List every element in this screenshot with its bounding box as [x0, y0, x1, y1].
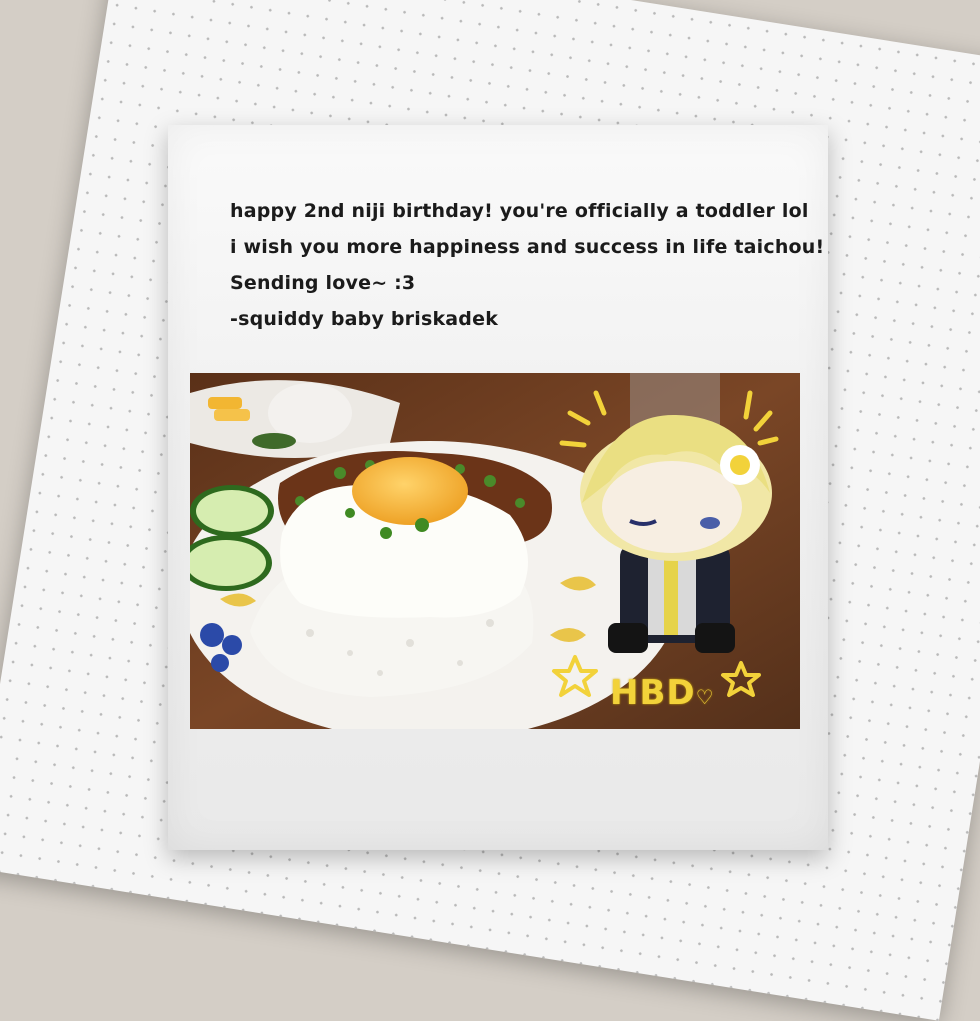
- hbd-sticker: HBD♡: [610, 673, 715, 713]
- message-line-2: i wish you more happiness and success in…: [230, 236, 825, 258]
- birthday-message: happy 2nd niji birthday! you're official…: [230, 193, 824, 337]
- heart-icon: ♡: [695, 685, 715, 709]
- message-line-4: -squiddy baby briskadek: [230, 308, 499, 330]
- message-line-3: Sending love~ :3: [230, 272, 416, 294]
- hbd-text: HBD: [610, 673, 696, 713]
- food-photo: HBD♡: [190, 373, 800, 729]
- flower-hairclip: [720, 445, 760, 485]
- message-line-1: happy 2nd niji birthday! you're official…: [230, 200, 809, 222]
- egg-yolk: [352, 457, 468, 525]
- birthday-card: happy 2nd niji birthday! you're official…: [168, 125, 828, 850]
